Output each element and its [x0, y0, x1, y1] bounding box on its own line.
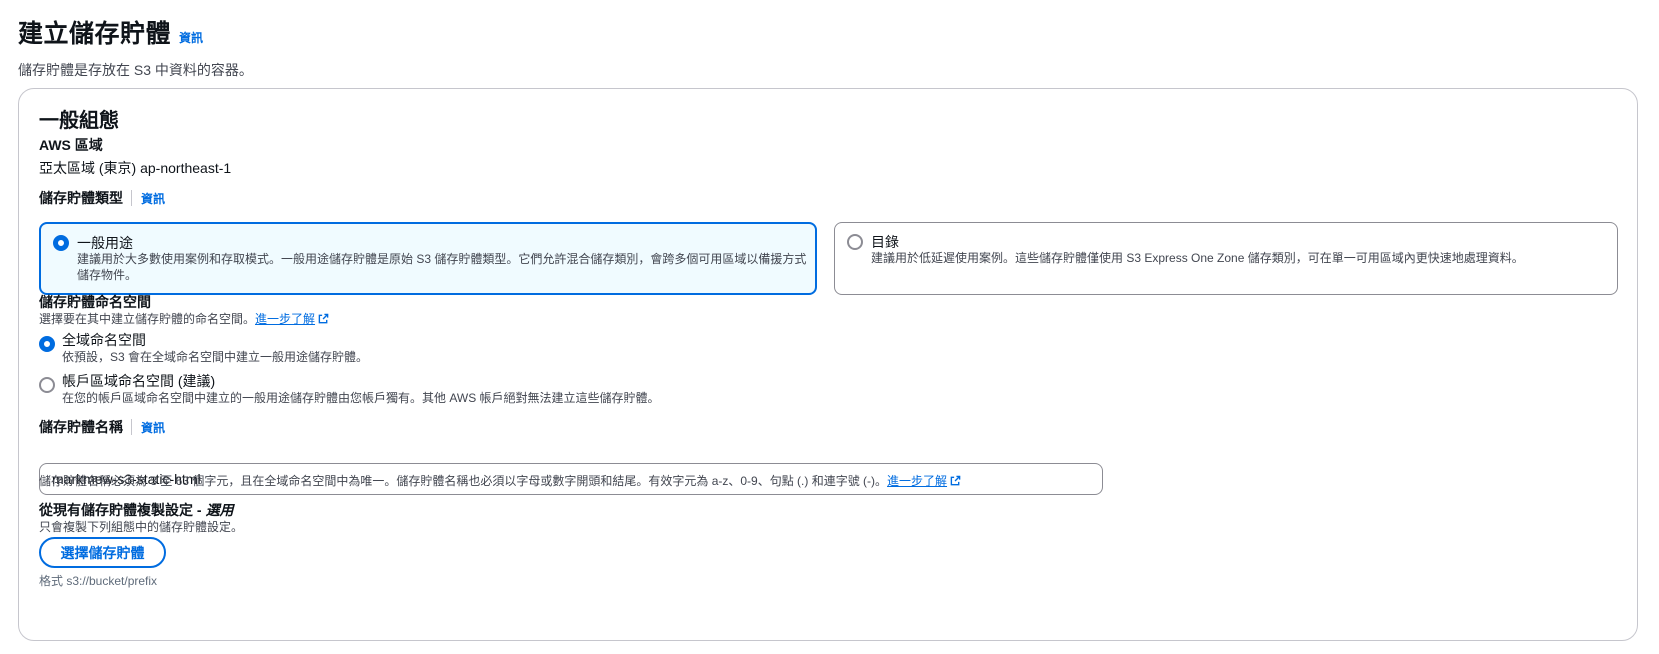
- namespace-label: 儲存貯體命名空間: [39, 294, 151, 310]
- region-label: AWS 區域: [39, 137, 103, 153]
- optional-label: 選用: [205, 502, 234, 518]
- namespace-description: 選擇要在其中建立儲存貯體的命名空間。: [39, 312, 256, 326]
- general-configuration-panel: 一般組態 AWS 區域 亞太區域 (東京) ap-northeast-1 儲存貯…: [18, 88, 1638, 641]
- bucket-name-constraint: 儲存貯體名稱必須為 3 至 63 個字元，且在全域命名空間中為唯一。儲存貯體名稱…: [39, 474, 888, 488]
- general-purpose-label: 一般用途: [77, 235, 133, 251]
- directory-radio[interactable]: [847, 234, 863, 250]
- copy-settings-label: 從現有儲存貯體複製設定 -: [39, 502, 202, 518]
- bucket-type-label-row: 儲存貯體類型 資訊: [39, 188, 165, 208]
- bucket-name-label-row: 儲存貯體名稱 資訊: [39, 417, 165, 437]
- page-header: 建立儲存貯體 資訊 儲存貯體是存放在 S3 中資料的容器。: [18, 14, 253, 80]
- copy-settings-label-row: 從現有儲存貯體複製設定 - 選用: [39, 500, 234, 520]
- account-regional-namespace-label[interactable]: 帳戶區域命名空間 (建議): [62, 371, 215, 391]
- page-subtitle: 儲存貯體是存放在 S3 中資料的容器。: [18, 62, 253, 78]
- global-namespace-radio[interactable]: [39, 336, 55, 352]
- external-link-icon[interactable]: [950, 475, 961, 486]
- general-purpose-description: 建議用於大多數使用案例和存取模式。一般用途儲存貯體是原始 S3 儲存貯體類型。它…: [77, 252, 807, 282]
- region-value: 亞太區域 (東京) ap-northeast-1: [39, 160, 232, 176]
- global-namespace-description: 依預設，S3 會在全域命名空間中建立一般用途儲存貯體。: [62, 350, 369, 364]
- external-link-icon[interactable]: [318, 313, 329, 324]
- directory-label: 目錄: [871, 234, 899, 250]
- choose-bucket-button[interactable]: 選擇儲存貯體: [39, 537, 166, 568]
- bucket-type-directory-tile[interactable]: 目錄 建議用於低延遲使用案例。這些儲存貯體僅使用 S3 Express One …: [834, 222, 1618, 295]
- page-info-link[interactable]: 資訊: [179, 29, 203, 46]
- copy-settings-description: 只會複製下列組態中的儲存貯體設定。: [39, 520, 244, 534]
- title-row: 建立儲存貯體 資訊: [18, 14, 253, 50]
- namespace-learn-more-link[interactable]: 進一步了解: [255, 312, 315, 326]
- general-purpose-radio[interactable]: [53, 235, 69, 251]
- label-divider: [131, 419, 132, 435]
- label-divider: [131, 190, 132, 206]
- bucket-name-constraint-row: 儲存貯體名稱必須為 3 至 63 個字元，且在全域命名空間中為唯一。儲存貯體名稱…: [39, 472, 961, 489]
- page-title: 建立儲存貯體: [18, 20, 172, 48]
- account-regional-namespace-description: 在您的帳戶區域命名空間中建立的一般用途儲存貯體由您帳戶獨有。其他 AWS 帳戶絕…: [62, 391, 660, 405]
- section-title: 一般組態: [39, 110, 119, 132]
- bucket-type-general-purpose-tile[interactable]: 一般用途 建議用於大多數使用案例和存取模式。一般用途儲存貯體是原始 S3 儲存貯…: [39, 222, 817, 295]
- namespace-description-row: 選擇要在其中建立儲存貯體的命名空間。進一步了解: [39, 310, 329, 327]
- bucket-name-info-link[interactable]: 資訊: [141, 419, 165, 436]
- global-namespace-label[interactable]: 全域命名空間: [62, 330, 146, 350]
- directory-description: 建議用於低延遲使用案例。這些儲存貯體僅使用 S3 Express One Zon…: [871, 251, 1524, 265]
- bucket-name-label: 儲存貯體名稱: [39, 419, 123, 435]
- bucket-name-learn-more-link[interactable]: 進一步了解: [887, 474, 947, 488]
- account-regional-namespace-radio[interactable]: [39, 377, 55, 393]
- format-hint: 格式 s3://bucket/prefix: [39, 574, 158, 588]
- bucket-type-info-link[interactable]: 資訊: [141, 190, 165, 207]
- bucket-type-label: 儲存貯體類型: [39, 190, 123, 206]
